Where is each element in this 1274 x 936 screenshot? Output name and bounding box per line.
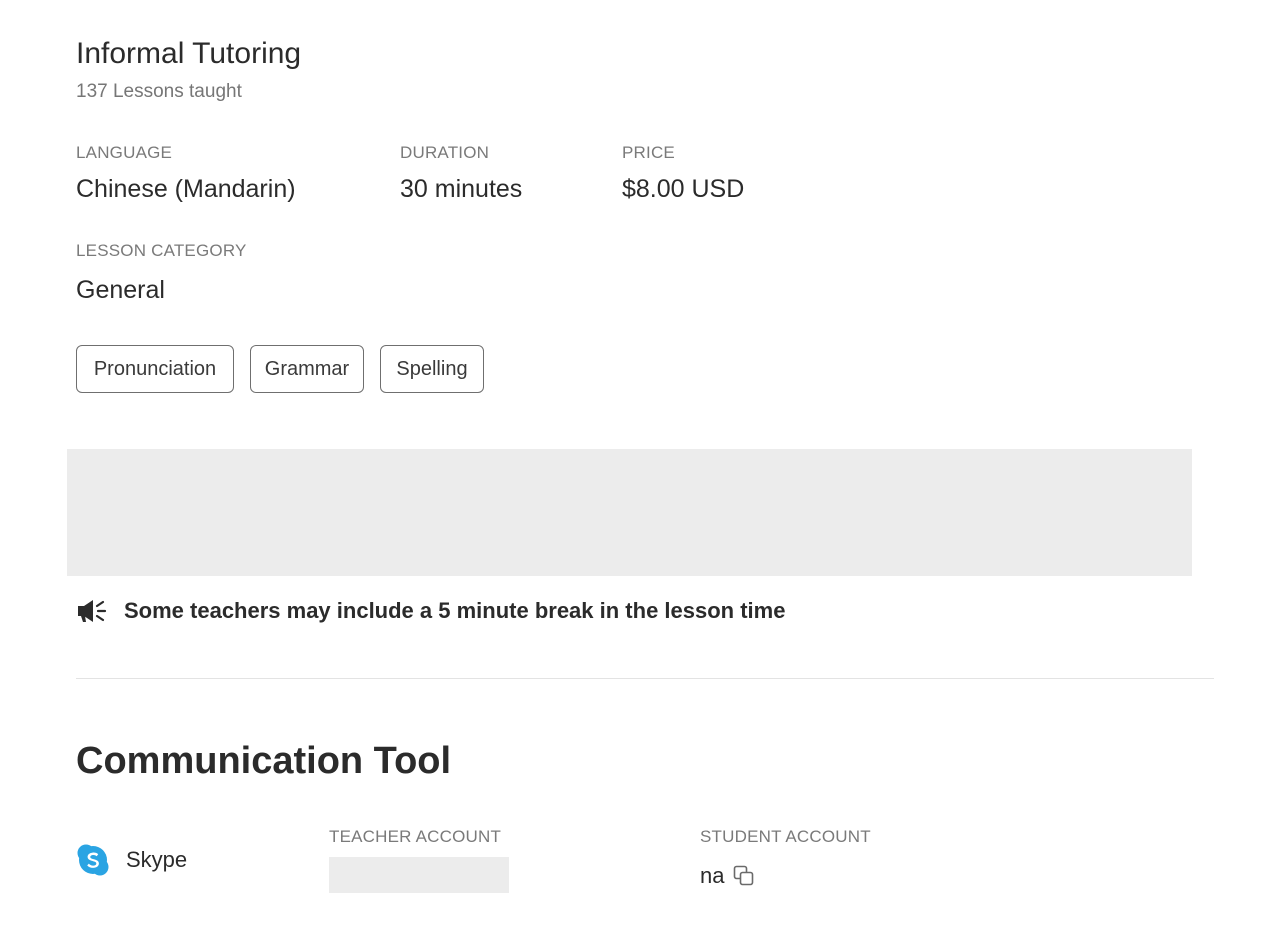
lessons-taught-count: 137 Lessons taught: [76, 81, 242, 102]
section-divider: [76, 678, 1214, 679]
language-field: LANGUAGE Chinese (Mandarin): [76, 143, 296, 204]
lesson-title: Informal Tutoring: [76, 37, 302, 70]
student-account-label: STUDENT ACCOUNT: [700, 827, 871, 846]
teacher-account-label: TEACHER ACCOUNT: [329, 827, 502, 846]
tag-spelling[interactable]: Spelling: [380, 345, 484, 393]
price-value: $8.00 USD: [622, 175, 745, 203]
break-notice: Some teachers may include a 5 minute bre…: [76, 596, 785, 626]
price-field: PRICE $8.00 USD: [622, 143, 744, 204]
duration-label: DURATION: [400, 143, 490, 162]
skype-label: Skype: [126, 847, 188, 872]
tag-pronunciation[interactable]: Pronunciation: [76, 345, 234, 393]
duration-value: 30 minutes: [400, 175, 523, 203]
language-label: LANGUAGE: [76, 143, 173, 162]
copy-icon[interactable]: [732, 864, 756, 888]
communication-tool-title: Communication Tool: [76, 740, 452, 782]
lesson-category-label: LESSON CATEGORY: [76, 241, 247, 260]
communication-tool-skype: Skype: [76, 842, 187, 878]
language-value: Chinese (Mandarin): [76, 175, 296, 203]
student-account: na: [700, 862, 756, 890]
skype-icon: [76, 843, 110, 877]
lesson-category-field: LESSON CATEGORY General: [76, 241, 247, 305]
duration-field: DURATION 30 minutes: [400, 143, 522, 204]
tag-grammar[interactable]: Grammar: [250, 345, 364, 393]
price-label: PRICE: [622, 143, 675, 162]
megaphone-icon: [76, 597, 108, 625]
media-placeholder: [67, 449, 1192, 576]
student-account-value: na: [700, 863, 725, 888]
lesson-category-value: General: [76, 276, 165, 304]
break-notice-text: Some teachers may include a 5 minute bre…: [124, 598, 786, 623]
teacher-account-value: [329, 857, 509, 893]
